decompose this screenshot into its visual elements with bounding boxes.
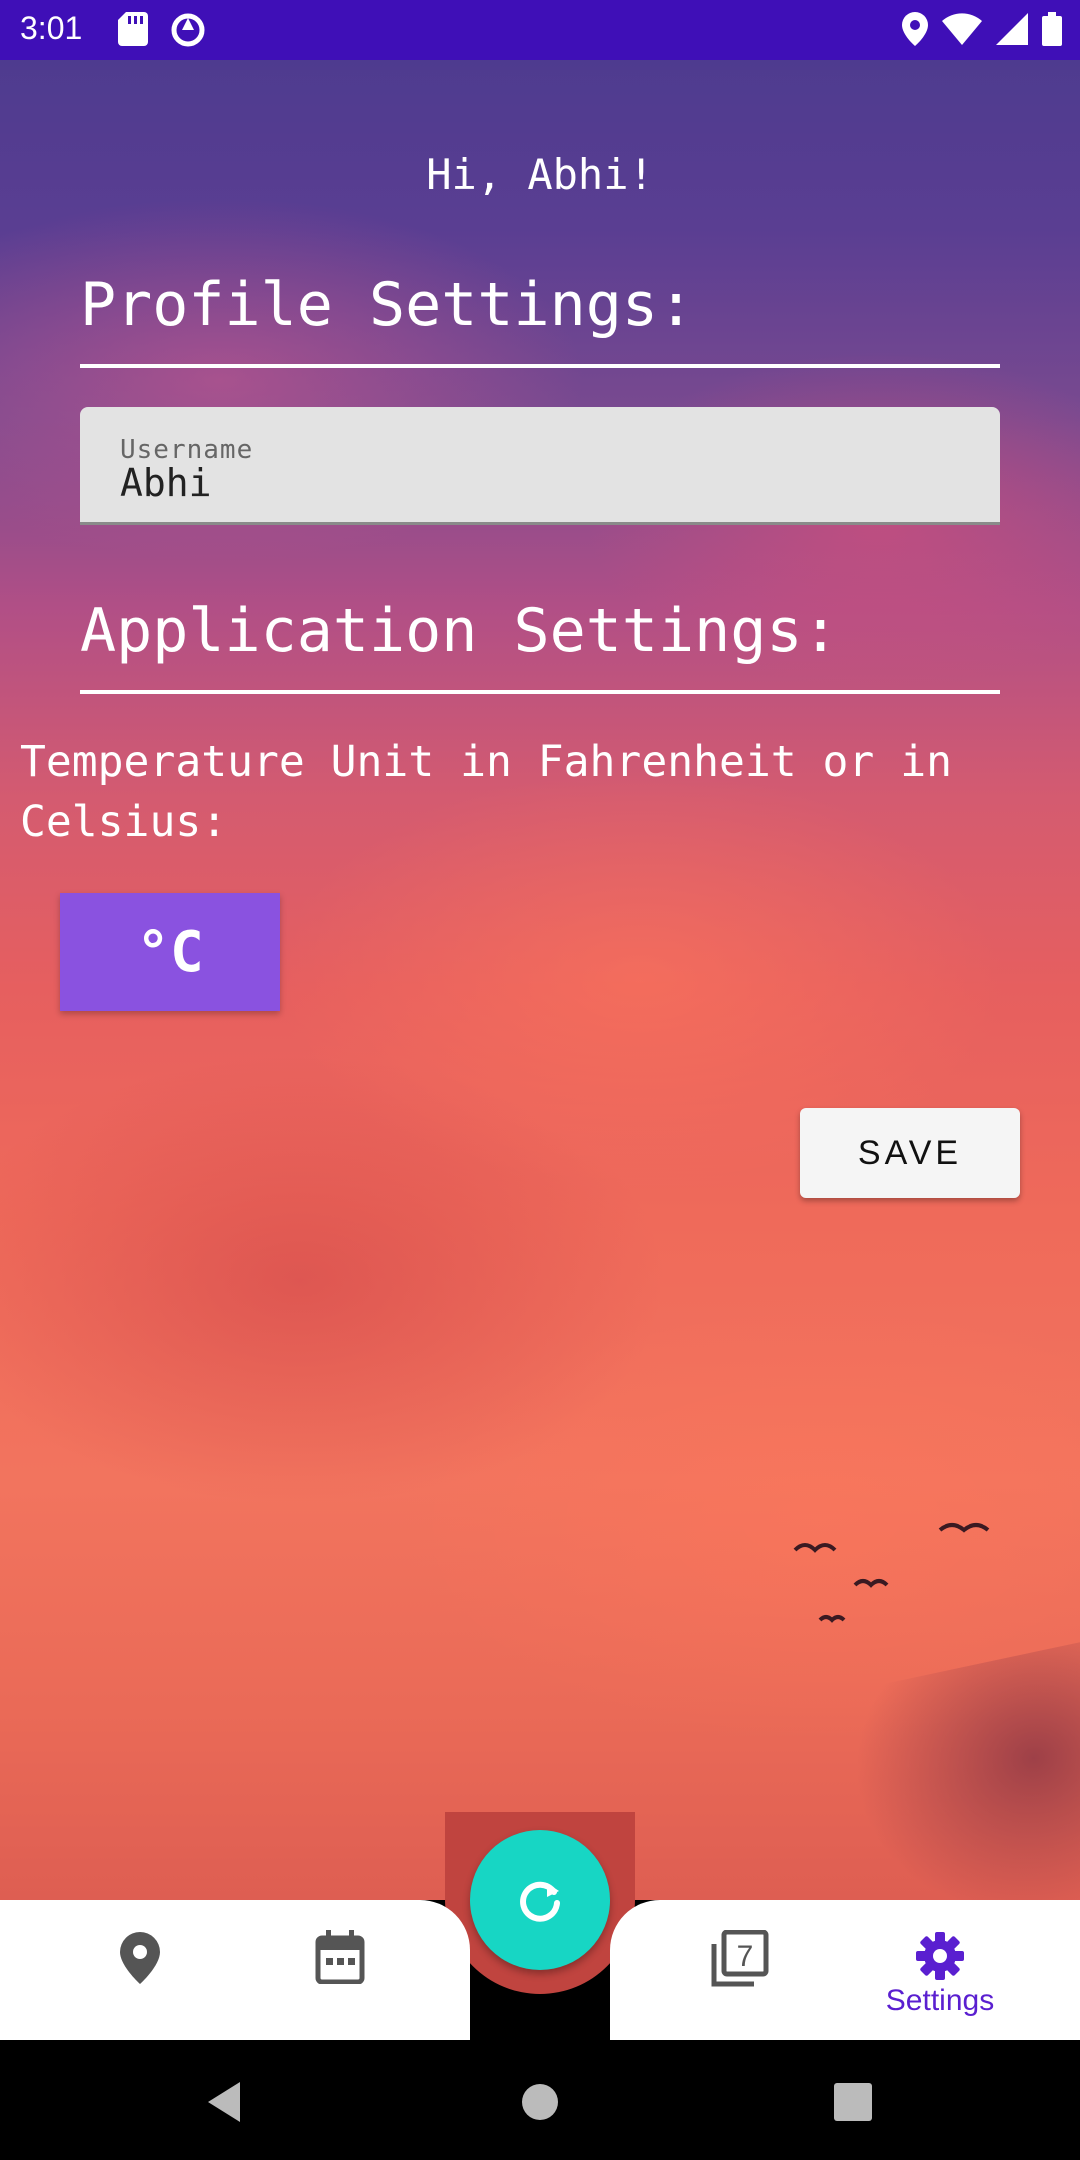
nav-item-settings[interactable]: Settings [880,1930,1000,2030]
nav-item-seven-day[interactable]: 7 [680,1930,800,2030]
birds-decoration [793,1523,990,1623]
nav-item-calendar[interactable] [280,1930,400,2030]
svg-text:7: 7 [737,1940,754,1973]
temperature-unit-prompt: Temperature Unit in Fahrenheit or in Cel… [20,737,952,847]
seven-day-icon: 7 [711,1930,769,1987]
username-input[interactable] [120,461,960,505]
data-saver-icon [171,13,205,47]
profile-settings-title: Profile Settings: [80,270,1000,368]
gear-icon [916,1932,964,1980]
location-pin-icon [120,1932,160,1984]
location-icon [902,12,928,46]
save-button[interactable]: SAVE [800,1108,1020,1198]
recents-icon[interactable] [834,2083,872,2121]
signal-icon [996,13,1028,45]
home-icon[interactable] [520,2082,560,2122]
nav-label-settings: Settings [885,1984,995,2017]
back-icon[interactable] [204,2080,244,2124]
status-time: 3:01 [20,10,83,46]
sd-card-icon [118,12,148,46]
battery-icon [1042,12,1062,46]
status-bar: 3:01 [0,0,1080,60]
nav-item-location[interactable] [80,1930,200,2030]
temperature-unit-toggle[interactable]: °C [60,893,280,1011]
application-settings-title: Application Settings: [80,596,1000,694]
greeting-text: Hi, Abhi! [426,150,654,199]
refresh-fab[interactable] [470,1830,610,1970]
refresh-icon [520,1881,560,1922]
username-field[interactable]: Username [80,407,1000,525]
calendar-icon [315,1930,365,1984]
wifi-icon [942,13,982,45]
settings-screen: 3:01 Hi, Abhi! Profile Settings: Usernam… [0,0,1080,2160]
